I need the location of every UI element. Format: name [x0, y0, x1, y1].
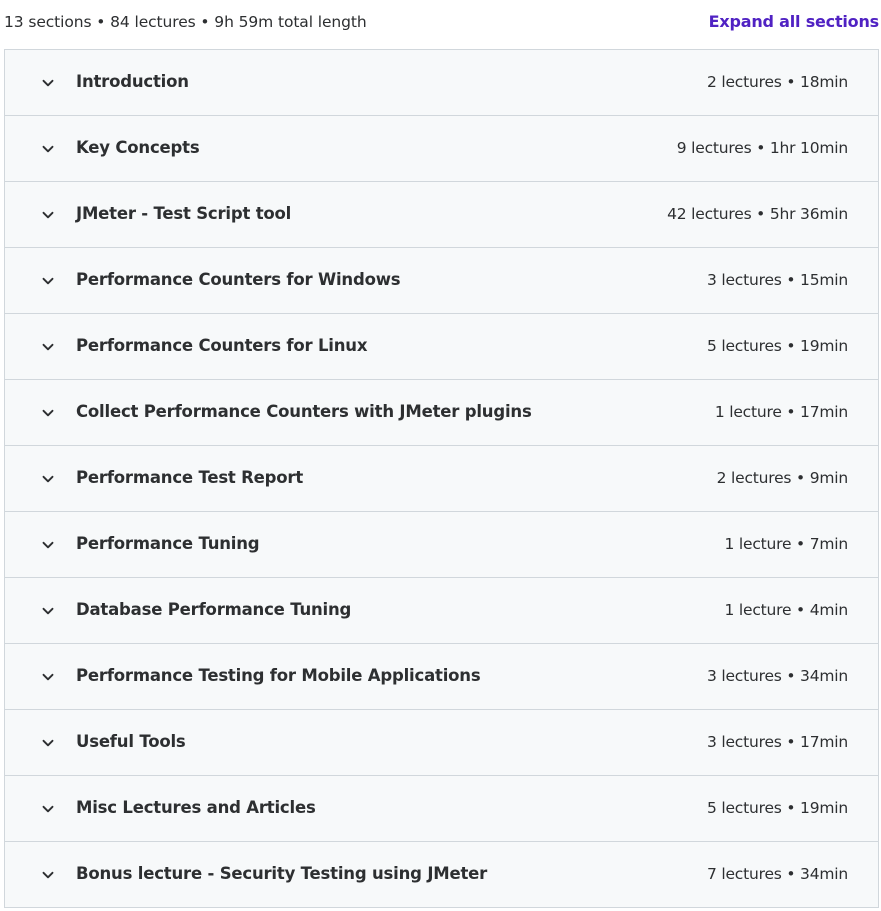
- section-title: Performance Test Report: [76, 468, 304, 487]
- course-content-header: 13 sections • 84 lectures • 9h 59m total…: [0, 0, 881, 48]
- section-title: Performance Counters for Linux: [76, 336, 368, 355]
- section-row[interactable]: Useful Tools 3 lectures • 17min: [5, 710, 878, 776]
- section-row[interactable]: Bonus lecture - Security Testing using J…: [5, 842, 878, 907]
- section-lecture-count: 42 lectures • 5hr 36min: [667, 205, 848, 223]
- section-lecture-count: 3 lectures • 15min: [706, 271, 848, 289]
- section-row[interactable]: Database Performance Tuning 1 lecture • 4…: [5, 578, 878, 644]
- chevron-down-icon: [41, 736, 55, 750]
- section-title: Performance Testing for Mobile Applicati…: [76, 666, 481, 685]
- section-lecture-count: 2 lectures • 9min: [716, 469, 849, 487]
- course-summary: 13 sections • 84 lectures • 9h 59m total…: [4, 13, 367, 31]
- section-lecture-count: 5 lectures • 19min: [706, 337, 848, 355]
- section-row[interactable]: JMeter - Test Script tool 42 lectures • 5…: [5, 182, 878, 248]
- chevron-down-icon: [41, 802, 55, 816]
- section-row[interactable]: Performance Counters for Windows 3 lectur…: [5, 248, 878, 314]
- curriculum-sections: Introduction 2 lectures • 18min Key Concep…: [4, 49, 879, 908]
- section-title: Database Performance Tuning: [76, 600, 352, 619]
- section-lecture-count: 9 lectures • 1hr 10min: [676, 139, 848, 157]
- chevron-down-icon: [41, 670, 55, 684]
- chevron-down-icon: [41, 76, 55, 90]
- section-row[interactable]: Collect Performance Counters with JMeter…: [5, 380, 878, 446]
- chevron-down-icon: [41, 538, 55, 552]
- section-lecture-count: 1 lecture • 4min: [724, 601, 848, 619]
- chevron-down-icon: [41, 604, 55, 618]
- chevron-down-icon: [41, 868, 55, 882]
- chevron-down-icon: [41, 208, 55, 222]
- section-row[interactable]: Introduction 2 lectures • 18min: [5, 50, 878, 116]
- chevron-down-icon: [41, 340, 55, 354]
- section-lecture-count: 3 lectures • 17min: [706, 733, 848, 751]
- section-lecture-count: 3 lectures • 34min: [706, 667, 848, 685]
- section-lecture-count: 5 lectures • 19min: [706, 799, 848, 817]
- section-row[interactable]: Performance Testing for Mobile Applicati…: [5, 644, 878, 710]
- chevron-down-icon: [41, 274, 55, 288]
- section-row[interactable]: Key Concepts 9 lectures • 1hr 10min: [5, 116, 878, 182]
- section-lecture-count: 1 lecture • 7min: [724, 535, 848, 553]
- section-title: JMeter - Test Script tool: [76, 204, 292, 223]
- section-title: Collect Performance Counters with JMeter…: [76, 402, 532, 421]
- section-row[interactable]: Performance Test Report 2 lectures • 9min: [5, 446, 878, 512]
- section-title: Key Concepts: [76, 138, 200, 157]
- section-lecture-count: 2 lectures • 18min: [706, 73, 848, 91]
- section-title: Performance Counters for Windows: [76, 270, 401, 289]
- chevron-down-icon: [41, 472, 55, 486]
- section-title: Misc Lectures and Articles: [76, 798, 316, 817]
- expand-all-sections-button[interactable]: Expand all sections: [709, 12, 880, 31]
- chevron-down-icon: [41, 406, 55, 420]
- section-row[interactable]: Misc Lectures and Articles 5 lectures • 1…: [5, 776, 878, 842]
- section-title: Useful Tools: [76, 732, 186, 751]
- section-title: Introduction: [76, 72, 189, 91]
- section-title: Bonus lecture - Security Testing using J…: [76, 864, 488, 883]
- section-lecture-count: 1 lecture • 17min: [714, 403, 848, 421]
- chevron-down-icon: [41, 142, 55, 156]
- section-row[interactable]: Performance Tuning 1 lecture • 7min: [5, 512, 878, 578]
- section-lecture-count: 7 lectures • 34min: [706, 865, 848, 883]
- section-title: Performance Tuning: [76, 534, 260, 553]
- section-row[interactable]: Performance Counters for Linux 5 lectures…: [5, 314, 878, 380]
